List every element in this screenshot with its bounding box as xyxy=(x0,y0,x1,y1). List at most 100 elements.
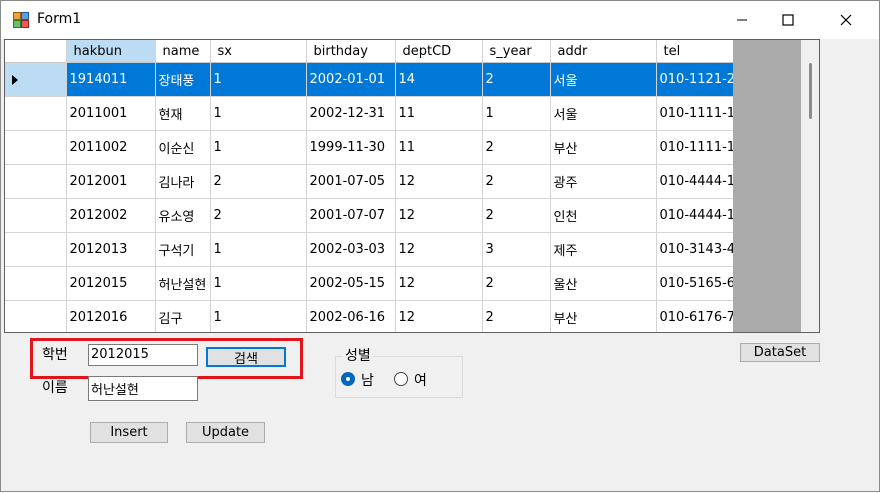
gender-female-label[interactable]: 여 xyxy=(414,370,427,390)
cell-s-year[interactable]: 3 xyxy=(482,232,551,267)
cell-deptcd[interactable]: 11 xyxy=(395,130,483,165)
cell-sx[interactable]: 1 xyxy=(210,300,307,332)
update-button[interactable]: Update xyxy=(186,422,265,443)
close-button[interactable] xyxy=(823,1,869,39)
cell-sx[interactable]: 1 xyxy=(210,130,307,165)
cell-hakbun[interactable]: 2012013 xyxy=(66,232,156,267)
cell-addr[interactable]: 인천 xyxy=(550,198,657,233)
corner-header[interactable] xyxy=(5,40,67,63)
row-header[interactable] xyxy=(5,198,67,233)
cell-deptcd[interactable]: 12 xyxy=(395,198,483,233)
cell-addr[interactable]: 서울 xyxy=(550,62,657,97)
cell-s-year[interactable]: 2 xyxy=(482,62,551,97)
cell-deptcd[interactable]: 12 xyxy=(395,164,483,199)
cell-hakbun[interactable]: 1914011 xyxy=(66,62,156,97)
column-header-addr[interactable]: addr xyxy=(550,40,657,63)
cell-birthday[interactable]: 2002-06-16 xyxy=(306,300,396,332)
cell-deptcd[interactable]: 14 xyxy=(395,62,483,97)
row-header[interactable] xyxy=(5,300,67,332)
gender-male-radio[interactable] xyxy=(341,372,355,386)
data-grid[interactable]: hakbun name sx birthday deptCD s_year ad… xyxy=(4,39,820,333)
title-bar[interactable]: Form1 xyxy=(1,1,879,39)
cell-hakbun[interactable]: 2011002 xyxy=(66,130,156,165)
cell-deptcd[interactable]: 12 xyxy=(395,300,483,332)
row-header[interactable] xyxy=(5,164,67,199)
table-body: 1914011 장태풍 1 2002-01-01 14 2 서울 010-1121-2111 2… xyxy=(5,62,761,332)
cell-name[interactable]: 허난설현 xyxy=(155,266,211,301)
table-row[interactable]: 1914011 장태풍 1 2002-01-01 14 2 서울 010-1121-2111 xyxy=(5,62,761,97)
cell-birthday[interactable]: 2002-03-03 xyxy=(306,232,396,267)
cell-addr[interactable]: 제주 xyxy=(550,232,657,267)
cell-addr[interactable]: 서울 xyxy=(550,96,657,131)
scrollbar-thumb[interactable] xyxy=(809,63,812,119)
cell-birthday[interactable]: 2002-01-01 xyxy=(306,62,396,97)
cell-addr[interactable]: 울산 xyxy=(550,266,657,301)
cell-name[interactable]: 유소영 xyxy=(155,198,211,233)
cell-deptcd[interactable]: 11 xyxy=(395,96,483,131)
cell-sx[interactable]: 1 xyxy=(210,62,307,97)
cell-name[interactable]: 김나라 xyxy=(155,164,211,199)
row-header[interactable] xyxy=(5,232,67,267)
cell-name[interactable]: 장태풍 xyxy=(155,62,211,97)
cell-s-year[interactable]: 2 xyxy=(482,164,551,199)
table-row[interactable]: 2012001 김나라 2 2001-07-05 12 2 광주 010-4444-1116 xyxy=(5,164,761,199)
table-row[interactable]: 2012013 구석기 1 2002-03-03 12 3 제주 010-3143-4113 xyxy=(5,232,761,267)
cell-addr[interactable]: 부산 xyxy=(550,300,657,332)
cell-hakbun[interactable]: 2012016 xyxy=(66,300,156,332)
cell-s-year[interactable]: 1 xyxy=(482,96,551,131)
cell-birthday[interactable]: 2001-07-05 xyxy=(306,164,396,199)
cell-birthday[interactable]: 2001-07-07 xyxy=(306,198,396,233)
cell-hakbun[interactable]: 2012015 xyxy=(66,266,156,301)
column-header-name[interactable]: name xyxy=(155,40,211,63)
dataset-button[interactable]: DataSet xyxy=(740,343,820,362)
cell-s-year[interactable]: 2 xyxy=(482,266,551,301)
column-header-sx[interactable]: sx xyxy=(210,40,307,63)
row-header[interactable] xyxy=(5,62,67,97)
cell-hakbun[interactable]: 2012002 xyxy=(66,198,156,233)
table-row[interactable]: 2012002 유소영 2 2001-07-07 12 2 인천 010-4444-1117 xyxy=(5,198,761,233)
insert-button[interactable]: Insert xyxy=(90,422,168,443)
cell-name[interactable]: 구석기 xyxy=(155,232,211,267)
cell-birthday[interactable]: 2002-12-31 xyxy=(306,96,396,131)
table-row[interactable]: 2011001 현재 1 2002-12-31 11 1 서울 010-1111-1111 xyxy=(5,96,761,131)
gender-female-radio[interactable] xyxy=(394,372,408,386)
cell-addr[interactable]: 부산 xyxy=(550,130,657,165)
maximize-button[interactable] xyxy=(765,1,811,39)
row-header[interactable] xyxy=(5,266,67,301)
cell-hakbun[interactable]: 2012001 xyxy=(66,164,156,199)
row-header[interactable] xyxy=(5,96,67,131)
hakbun-label: 학번 xyxy=(42,347,68,363)
cell-sx[interactable]: 2 xyxy=(210,164,307,199)
vertical-scrollbar[interactable] xyxy=(801,40,819,332)
cell-s-year[interactable]: 2 xyxy=(482,300,551,332)
hakbun-input[interactable]: 2012015 xyxy=(88,344,198,366)
cell-addr[interactable]: 광주 xyxy=(550,164,657,199)
cell-s-year[interactable]: 2 xyxy=(482,198,551,233)
column-header-deptcd[interactable]: deptCD xyxy=(395,40,483,63)
table-row[interactable]: 2011002 이순신 1 1999-11-30 11 2 부산 010-1111-1112 xyxy=(5,130,761,165)
name-input[interactable]: 허난설현 xyxy=(88,376,198,401)
cell-s-year[interactable]: 2 xyxy=(482,130,551,165)
column-header-s-year[interactable]: s_year xyxy=(482,40,551,63)
cell-name[interactable]: 현재 xyxy=(155,96,211,131)
cell-birthday[interactable]: 2002-05-15 xyxy=(306,266,396,301)
column-header-hakbun[interactable]: hakbun xyxy=(66,40,156,63)
cell-hakbun[interactable]: 2011001 xyxy=(66,96,156,131)
cell-deptcd[interactable]: 12 xyxy=(395,266,483,301)
cell-name[interactable]: 김구 xyxy=(155,300,211,332)
row-header[interactable] xyxy=(5,130,67,165)
cell-sx[interactable]: 1 xyxy=(210,266,307,301)
table-row[interactable]: 2012015 허난설현 1 2002-05-15 12 2 울산 010-5165-6115 xyxy=(5,266,761,301)
gender-male-label[interactable]: 남 xyxy=(361,370,374,390)
cell-sx[interactable]: 2 xyxy=(210,198,307,233)
cell-birthday[interactable]: 1999-11-30 xyxy=(306,130,396,165)
column-header-birthday[interactable]: birthday xyxy=(306,40,396,63)
table-row[interactable]: 2012016 김구 1 2002-06-16 12 2 부산 010-6176-7116 xyxy=(5,300,761,332)
search-button[interactable]: 검색 xyxy=(206,347,286,367)
cell-sx[interactable]: 1 xyxy=(210,232,307,267)
name-label: 이름 xyxy=(42,380,68,396)
minimize-button[interactable] xyxy=(719,1,765,39)
cell-sx[interactable]: 1 xyxy=(210,96,307,131)
cell-name[interactable]: 이순신 xyxy=(155,130,211,165)
cell-deptcd[interactable]: 12 xyxy=(395,232,483,267)
